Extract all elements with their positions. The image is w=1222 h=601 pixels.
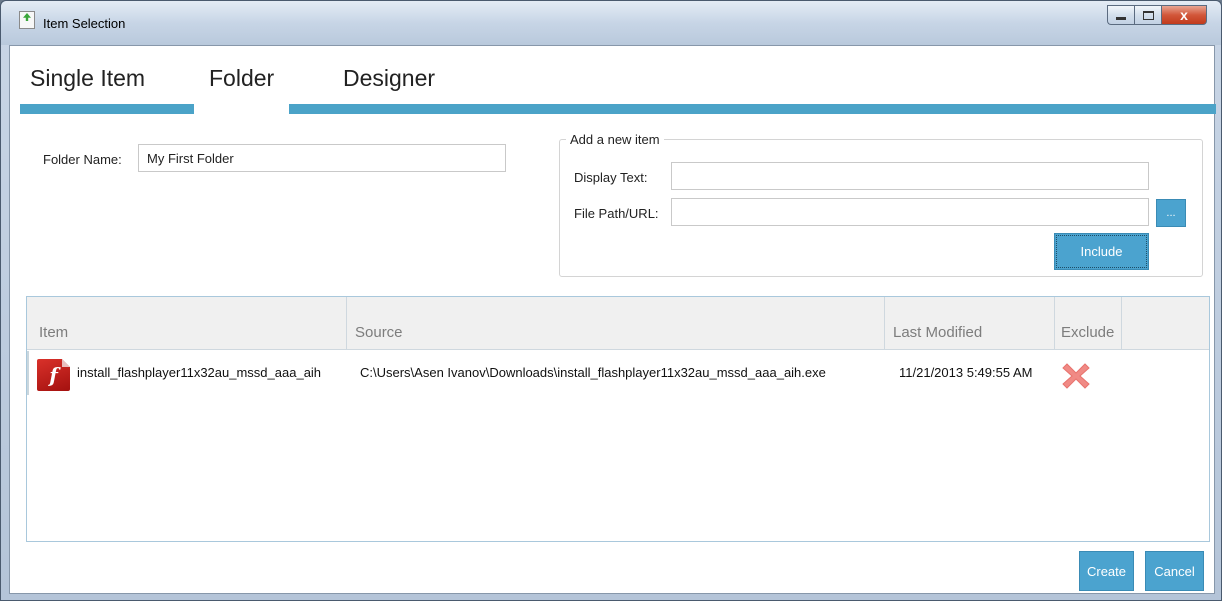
file-path-label: File Path/URL: — [574, 206, 659, 221]
tab-indicator-single-item — [20, 104, 194, 114]
last-modified-cell: 11/21/2013 5:49:55 AM — [899, 365, 1033, 380]
column-header-source[interactable]: Source — [347, 297, 885, 350]
file-path-input[interactable] — [671, 198, 1149, 226]
app-icon — [19, 11, 35, 29]
item-name-cell: install_flashplayer11x32au_mssd_aaa_aih — [77, 365, 322, 380]
items-grid: Item Source Last Modified Exclude f inst… — [26, 296, 1210, 542]
table-row[interactable]: f install_flashplayer11x32au_mssd_aaa_ai… — [27, 351, 1209, 395]
window-controls: x — [1107, 5, 1207, 27]
create-button[interactable]: Create — [1079, 551, 1134, 591]
cancel-button[interactable]: Cancel — [1145, 551, 1204, 591]
column-header-last-modified[interactable]: Last Modified — [885, 297, 1055, 350]
browse-button[interactable]: ... — [1156, 199, 1186, 227]
row-edge — [27, 351, 31, 395]
column-header-item[interactable]: Item — [27, 297, 347, 350]
close-button[interactable]: x — [1161, 5, 1207, 25]
source-cell: C:\Users\Asen Ivanov\Downloads\install_f… — [360, 365, 826, 380]
add-item-legend: Add a new item — [566, 132, 664, 147]
tab-indicator-rest — [289, 104, 1216, 114]
include-button[interactable]: Include — [1054, 233, 1149, 270]
close-icon: x — [1180, 7, 1188, 23]
minimize-button[interactable] — [1107, 5, 1134, 25]
minimize-icon — [1116, 16, 1126, 20]
flash-installer-icon: f — [37, 359, 70, 391]
tab-designer[interactable]: Designer — [343, 65, 435, 92]
tab-single-item[interactable]: Single Item — [30, 65, 145, 92]
column-header-exclude[interactable]: Exclude — [1055, 297, 1122, 350]
maximize-button[interactable] — [1134, 5, 1161, 25]
title-bar[interactable]: Item Selection x — [1, 1, 1221, 45]
dialog-content: Single Item Folder Designer Folder Name:… — [9, 45, 1216, 594]
red-x-icon[interactable] — [1061, 361, 1091, 391]
grid-header: Item Source Last Modified Exclude — [27, 297, 1209, 350]
tab-folder[interactable]: Folder — [209, 65, 274, 92]
folder-name-label: Folder Name: — [43, 152, 122, 167]
display-text-label: Display Text: — [574, 170, 648, 185]
window-title: Item Selection — [43, 16, 126, 31]
item-selection-window: Item Selection x Single Item Folder Desi… — [0, 0, 1222, 601]
folder-name-input[interactable] — [138, 144, 506, 172]
maximize-icon — [1142, 10, 1154, 20]
display-text-input[interactable] — [671, 162, 1149, 190]
